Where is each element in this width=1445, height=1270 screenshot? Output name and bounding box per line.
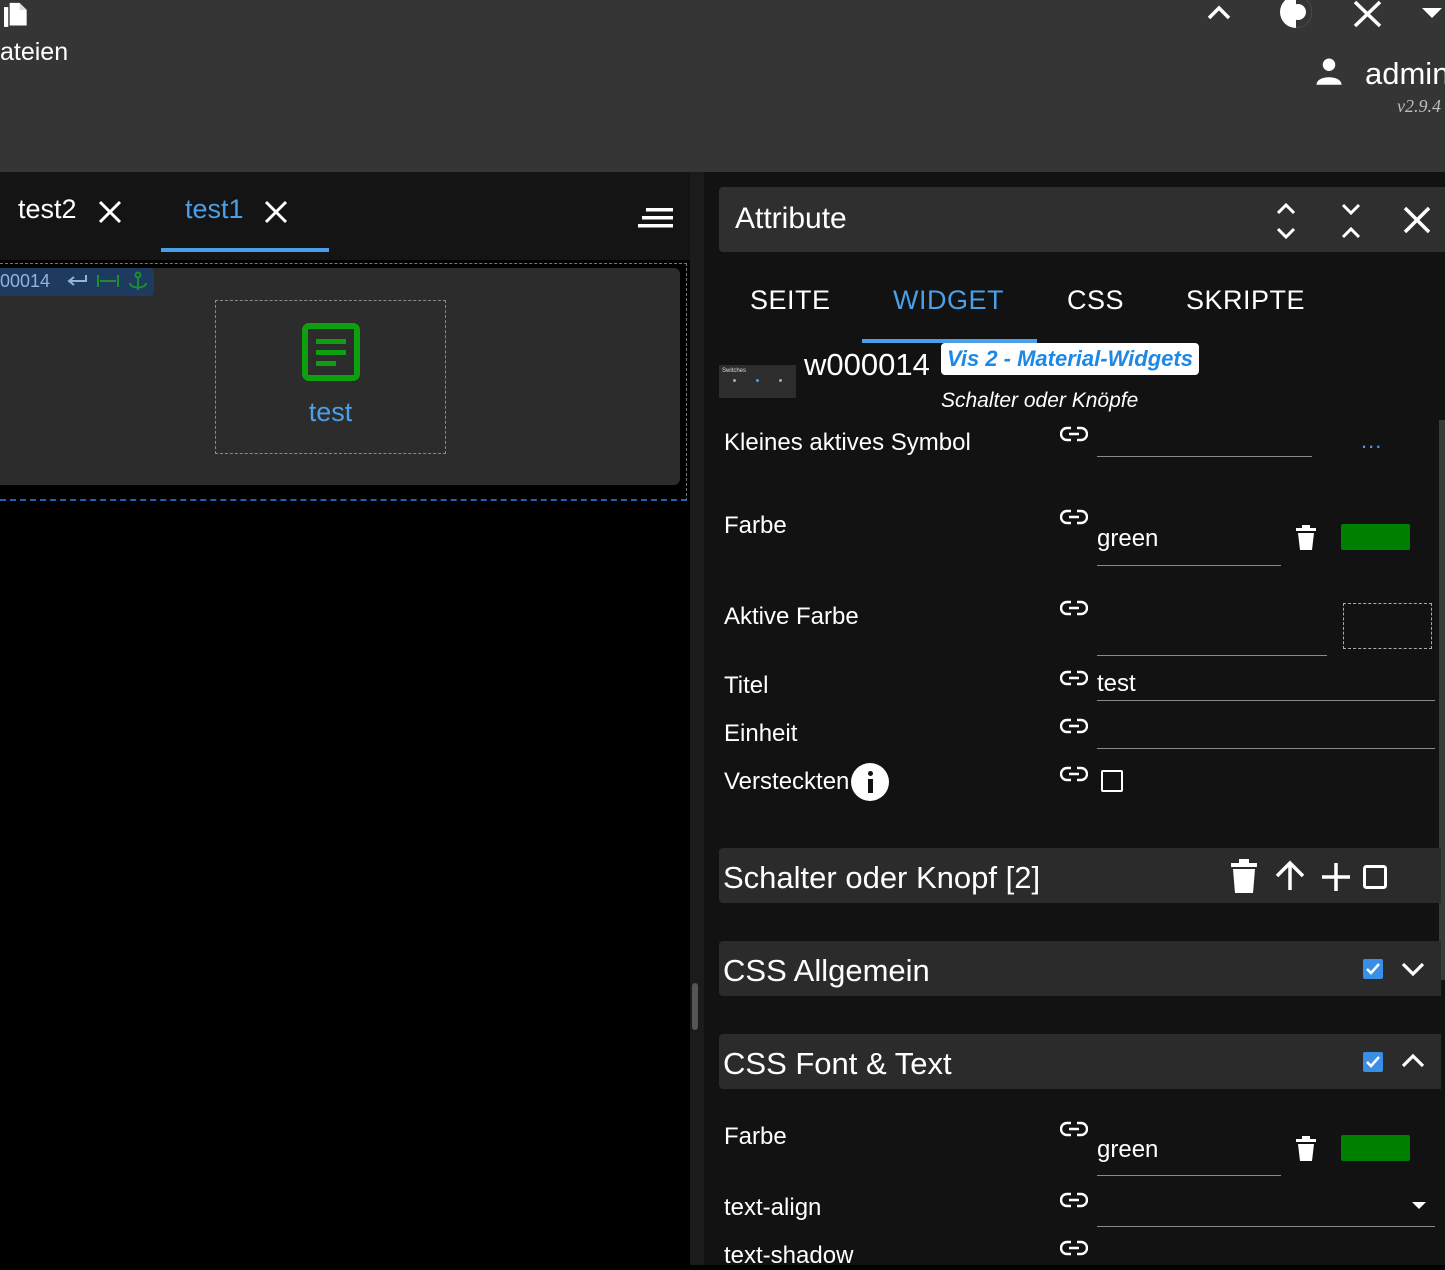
view-tab-test2[interactable]: test2: [18, 194, 77, 225]
info-dot: [868, 771, 873, 776]
font-color-swatch[interactable]: [1341, 1135, 1410, 1161]
widget-id-badge[interactable]: 00014: [0, 268, 154, 296]
field-label-unit: Einheit: [724, 720, 798, 747]
view-tab-label: test1: [185, 194, 244, 224]
view-tab-label: test2: [18, 194, 77, 224]
section-enabled-checkbox[interactable]: [1363, 1052, 1383, 1072]
unit-input[interactable]: [1097, 748, 1435, 749]
collapse-all-icon[interactable]: [1340, 203, 1362, 239]
info-icon[interactable]: [851, 763, 889, 801]
delete-icon[interactable]: [1296, 1136, 1316, 1161]
width-icon[interactable]: [96, 274, 120, 288]
thumb-dot: [756, 379, 759, 382]
field-label-font-color: Farbe: [724, 1123, 787, 1150]
widget-type: Schalter oder Knöpfe: [941, 389, 1139, 412]
sort-menu-icon[interactable]: [638, 208, 674, 230]
field-label-active-color: Aktive Farbe: [724, 603, 859, 630]
checkbox-outline-icon[interactable]: [1363, 865, 1387, 889]
link-icon[interactable]: [1060, 717, 1088, 735]
thumb-dot: [733, 379, 736, 382]
title-input[interactable]: test: [1097, 670, 1136, 698]
chevron-up-icon[interactable]: [1401, 1053, 1425, 1069]
dropdown-arrow-icon[interactable]: [1412, 1202, 1426, 1210]
section-switch-group[interactable]: Schalter oder Knopf [2]: [719, 848, 1441, 903]
thumb-title: Switches: [722, 368, 747, 374]
info-bar: [868, 779, 873, 793]
attributes-header: Attribute: [719, 187, 1445, 252]
dropdown-arrow-icon[interactable]: [1420, 6, 1444, 20]
widget-thumbnail: Switches: [719, 365, 796, 398]
close-tab-icon[interactable]: [264, 200, 288, 224]
field-label-hide: Versteckten: [724, 768, 850, 795]
delete-icon[interactable]: [1231, 859, 1257, 893]
close-icon[interactable]: [1352, 0, 1384, 28]
tab-css[interactable]: CSS: [1067, 285, 1124, 316]
delete-icon[interactable]: [1296, 525, 1316, 550]
field-label-color: Farbe: [724, 512, 787, 539]
theme-toggle-icon[interactable]: [1274, 0, 1318, 34]
link-icon[interactable]: [1060, 1120, 1088, 1138]
article-icon: [302, 323, 360, 381]
widget-set-badge: Vis 2 - Material-Widgets: [941, 343, 1199, 375]
switch-button[interactable]: test: [215, 300, 446, 454]
field-label-text-align: text-align: [724, 1194, 822, 1221]
link-icon[interactable]: [1060, 669, 1088, 687]
section-title: Schalter oder Knopf [2]: [723, 860, 1041, 895]
close-tab-icon[interactable]: [98, 200, 122, 224]
tab-widget[interactable]: WIDGET: [893, 285, 1004, 316]
thumb-dot: [779, 379, 782, 382]
collapse-toolbar-icon[interactable]: [1205, 0, 1233, 26]
tab-skripte[interactable]: SKRIPTE: [1186, 285, 1305, 316]
text-align-select[interactable]: [1097, 1226, 1435, 1227]
font-color-input[interactable]: green: [1097, 1136, 1158, 1164]
chevron-down-icon[interactable]: [1401, 961, 1425, 977]
section-title: CSS Allgemein: [723, 953, 930, 988]
small-active-icon-input[interactable]: [1097, 456, 1312, 457]
add-icon[interactable]: [1321, 862, 1351, 892]
color-swatch[interactable]: [1341, 524, 1410, 550]
link-icon[interactable]: [1060, 1239, 1088, 1257]
expand-all-icon[interactable]: [1275, 203, 1297, 239]
active-color-swatch[interactable]: [1343, 603, 1432, 649]
field-label-small-active-icon: Kleines aktives Symbol: [724, 429, 971, 456]
color-input[interactable]: green: [1097, 525, 1158, 553]
field-label-title: Titel: [724, 672, 769, 699]
attributes-title: Attribute: [735, 202, 847, 235]
link-icon[interactable]: [1060, 425, 1088, 443]
files-label[interactable]: ateien: [0, 38, 68, 67]
close-panel-icon[interactable]: [1403, 206, 1431, 234]
splitter-handle[interactable]: [692, 983, 698, 1030]
active-tab-indicator: [161, 248, 329, 252]
view-tabbar: test2 test1: [0, 172, 690, 260]
user-icon[interactable]: [1314, 56, 1344, 86]
title-input-line: [1097, 700, 1435, 701]
view-tab-test1[interactable]: test1: [185, 194, 244, 225]
anchor-icon[interactable]: [127, 271, 149, 293]
select-icon-button[interactable]: ...: [1361, 428, 1382, 454]
font-color-input-line: [1097, 1175, 1281, 1176]
section-css-font-text[interactable]: CSS Font & Text: [719, 1034, 1441, 1089]
section-enabled-checkbox[interactable]: [1363, 959, 1383, 979]
hide-checkbox[interactable]: [1101, 770, 1123, 792]
link-icon[interactable]: [1060, 1191, 1088, 1209]
return-icon[interactable]: [66, 273, 88, 289]
active-color-input[interactable]: [1097, 655, 1327, 656]
field-label-text-shadow: text-shadow: [724, 1242, 854, 1269]
arrow-up-icon[interactable]: [1274, 860, 1306, 892]
link-icon[interactable]: [1060, 508, 1088, 526]
files-icon[interactable]: [4, 0, 38, 34]
app-toolbar: ateien admin v2.9.4: [0, 0, 1445, 172]
link-icon[interactable]: [1060, 765, 1088, 783]
panel-splitter[interactable]: [690, 172, 704, 1265]
section-css-common[interactable]: CSS Allgemein: [719, 941, 1441, 996]
section-title: CSS Font & Text: [723, 1046, 952, 1081]
version-label: v2.9.4: [1397, 96, 1441, 116]
user-name[interactable]: admin: [1365, 56, 1445, 92]
widget-id: w000014: [804, 347, 930, 382]
switch-title: test: [308, 397, 353, 427]
link-icon[interactable]: [1060, 599, 1088, 617]
widget-id-label: 00014: [0, 271, 51, 291]
tab-seite[interactable]: SEITE: [750, 285, 831, 316]
color-input-line: [1097, 565, 1281, 566]
